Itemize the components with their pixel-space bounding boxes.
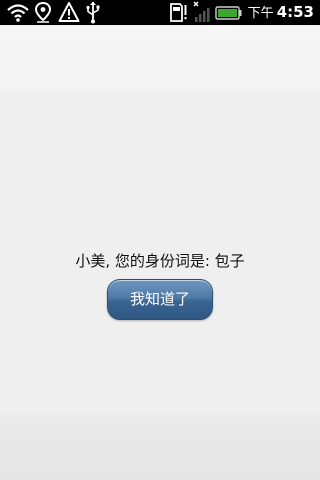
usb-icon [86,1,100,24]
header-band [0,25,320,90]
location-pin-icon [34,1,52,23]
signal-icon [193,1,210,22]
status-clock: 下午 4:53 [248,3,314,23]
warning-icon [58,2,80,22]
status-ampm: 下午 [247,6,274,21]
identity-message: 小美, 您的身份词是: 包子 [75,252,245,270]
status-time: 4:53 [276,3,314,21]
screen: 下午 4:53 小美, 您的身份词是: 包子 我知道了 [0,0,320,480]
battery-icon [215,6,242,20]
footer-band [0,415,320,480]
wifi-icon [7,4,29,22]
status-bar: 下午 4:53 [0,0,320,25]
acknowledge-button[interactable]: 我知道了 [107,279,213,320]
sd-card-icon [170,3,187,22]
